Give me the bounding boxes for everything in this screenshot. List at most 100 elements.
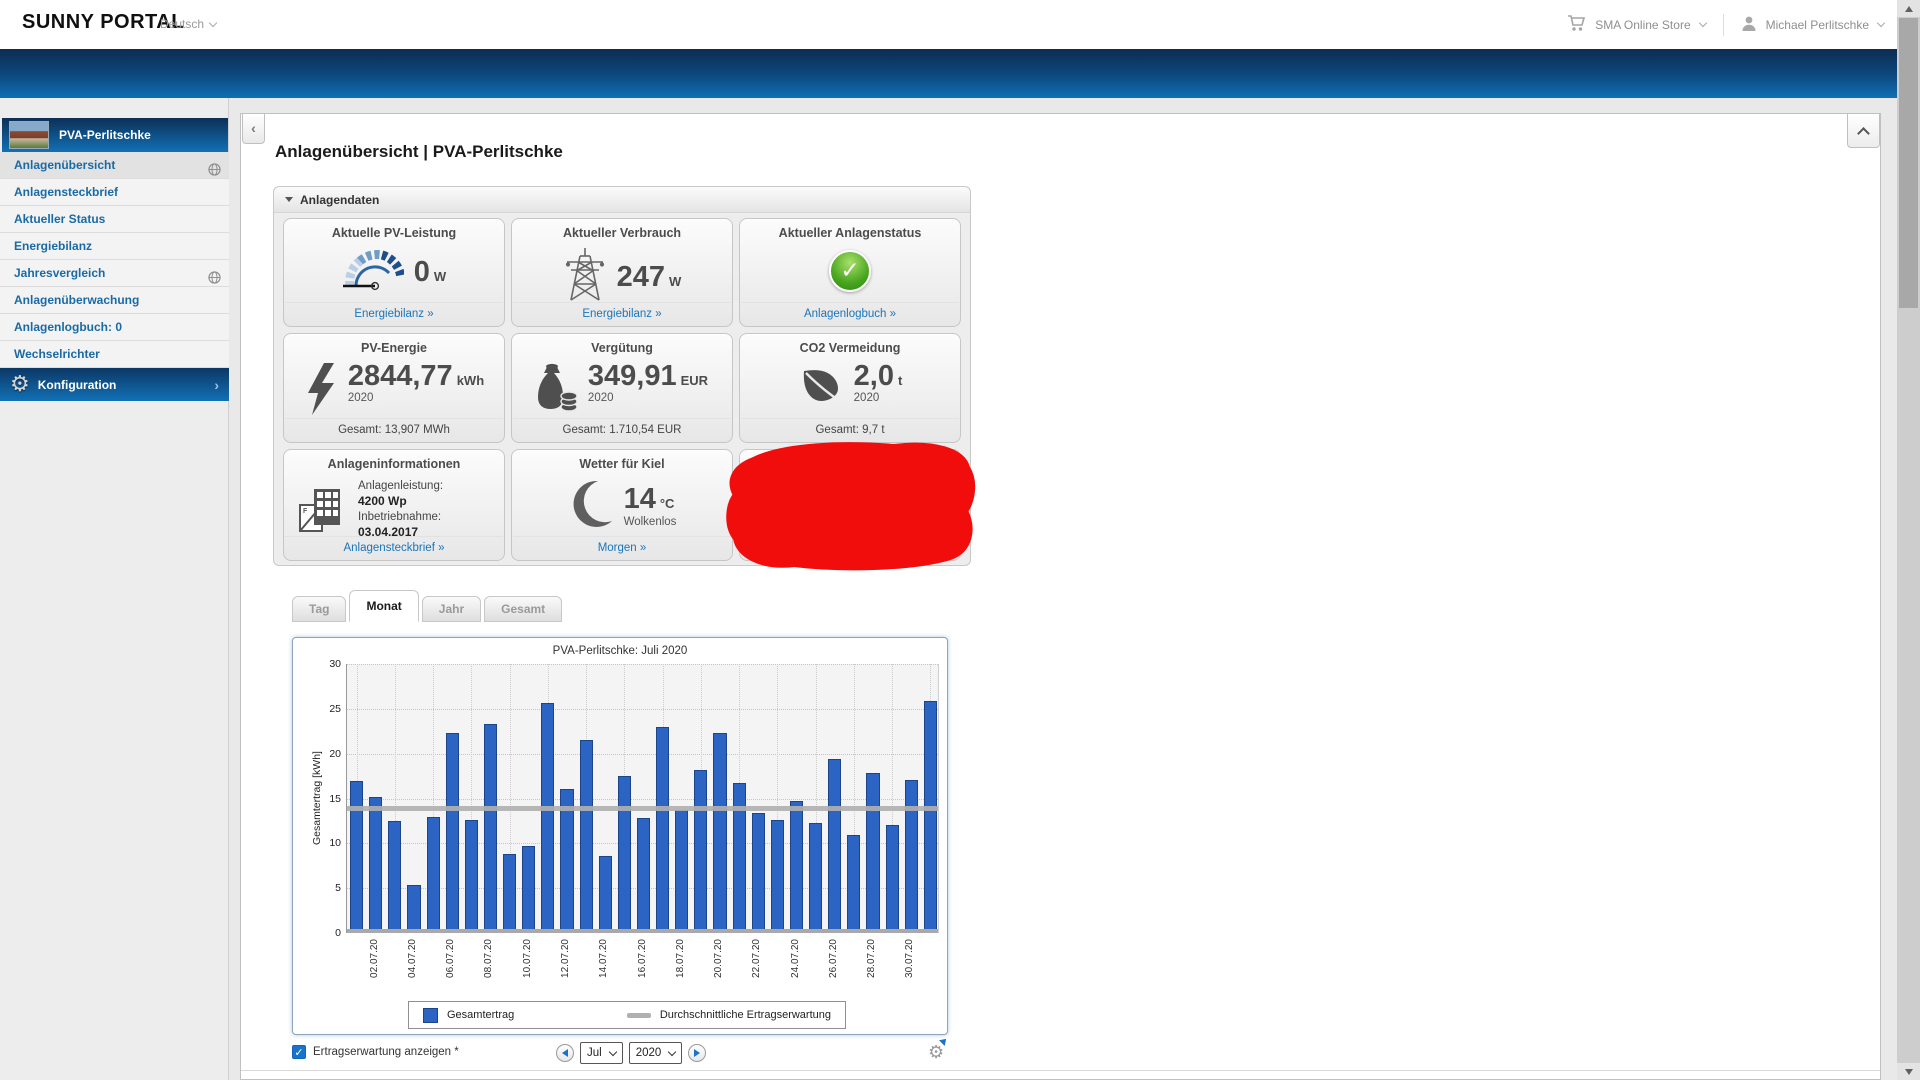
divider <box>241 1070 1880 1071</box>
x-tick-label: 30.07.20 <box>904 939 916 978</box>
anlagendaten-panel-header[interactable]: Anlagendaten <box>274 187 970 213</box>
sidebar-item-jahresvergleich[interactable]: Jahresvergleich <box>0 260 229 287</box>
sidebar-item-anlagenueberwachung[interactable]: Anlagenüberwachung <box>0 287 229 314</box>
vertical-scrollbar[interactable] <box>1897 0 1920 1080</box>
chart-bar-16.07.20 <box>636 818 651 933</box>
tab-jahr[interactable]: Jahr <box>421 596 482 622</box>
pv-power-value: 0 W <box>413 255 447 288</box>
svg-text:F: F <box>303 508 308 515</box>
user-menu[interactable]: Michael Perlitschke <box>1766 18 1869 32</box>
scroll-to-top-button[interactable] <box>1847 113 1880 148</box>
tab-gesamt[interactable]: Gesamt <box>484 596 563 622</box>
energiebilanz-link[interactable]: Energiebilanz » <box>513 302 731 326</box>
tab-monat[interactable]: Monat <box>349 590 419 622</box>
chevron-right-icon: › <box>214 376 219 393</box>
chart-bar-23.07.20 <box>770 820 784 933</box>
page-title: Anlagenübersicht | PVA-Perlitschke <box>275 142 563 161</box>
next-month-button[interactable] <box>688 1044 707 1062</box>
co2-total: Gesamt: 9,7 t <box>741 418 959 442</box>
show-expectation-checkbox[interactable]: ✓ <box>292 1045 306 1059</box>
scrollbar-up-button[interactable] <box>1897 0 1920 17</box>
tab-tag[interactable]: Tag <box>292 596 347 622</box>
chart-bar-13.07.20 <box>579 740 593 933</box>
x-tick-label: 24.07.20 <box>789 939 801 978</box>
x-tick-label: 26.07.20 <box>827 939 839 978</box>
h-gridline <box>347 753 938 755</box>
anlagenlogbuch-link[interactable]: Anlagenlogbuch » <box>741 302 959 326</box>
yield-chart: PVA-Perlitschke: Juli 2020 Gesamtertrag … <box>292 637 948 1035</box>
sidebar-item-energiebilanz[interactable]: Energiebilanz <box>0 233 229 260</box>
legend-avg-swatch <box>626 1012 651 1018</box>
chart-bar-11.07.20 <box>541 702 555 933</box>
sidebar-item-konfiguration[interactable]: ⚙ Konfiguration › <box>0 368 229 401</box>
banner-bar <box>0 49 1920 98</box>
x-tick-label: 28.07.20 <box>866 939 878 978</box>
language-selector[interactable]: Deutsch <box>160 17 218 31</box>
anlagensteckbrief-link[interactable]: Anlagensteckbrief » <box>285 536 503 560</box>
red-redaction-scribble <box>726 442 976 571</box>
co2-value: 2,0 t <box>853 360 903 392</box>
tile-pv-energy: PV-Energie 2844,77 kWh 2020 Gesamt: 13,9… <box>283 333 505 443</box>
chart-bar-15.07.20 <box>617 776 631 933</box>
sidebar-item-anlagenuebersicht[interactable]: Anlagenübersicht <box>0 152 229 179</box>
user-icon <box>1741 15 1757 35</box>
sidebar-plant-header[interactable]: PVA-Perlitschke <box>2 118 228 152</box>
chart-bar-09.07.20 <box>503 854 517 933</box>
x-tick-label: 02.07.20 <box>368 939 380 978</box>
tile-co2-avoidance: CO2 Vermeidung 2,0 t 2020 Gesamt: 9,7 t <box>739 333 961 443</box>
sidebar-item-aktueller-status[interactable]: Aktueller Status <box>0 206 229 233</box>
arrow-down-icon <box>1904 1068 1913 1075</box>
previous-month-button[interactable] <box>556 1044 574 1062</box>
chart-bar-31.07.20 <box>923 700 937 933</box>
chart-bar-06.07.20 <box>445 733 459 933</box>
sidebar-item-anlagenlogbuch[interactable]: Anlagenlogbuch: 0 <box>0 314 229 341</box>
status-ok-icon: ✓ <box>829 250 871 292</box>
energiebilanz-link[interactable]: Energiebilanz » <box>285 302 503 326</box>
gear-icon: ⚙ <box>10 371 30 397</box>
temperature-value: 14 °C <box>623 482 675 515</box>
arrow-up-icon <box>1904 5 1913 12</box>
x-tick-label: 16.07.20 <box>636 939 648 978</box>
chevron-down-icon <box>668 1047 677 1056</box>
morgen-link[interactable]: Morgen » <box>513 536 731 560</box>
store-menu[interactable]: SMA Online Store <box>1595 18 1690 32</box>
chart-settings-gear-icon[interactable]: ⚙ <box>928 1036 950 1063</box>
remuneration-year: 2020 <box>587 392 614 404</box>
chevron-down-icon <box>1698 18 1707 28</box>
chart-bar-08.07.20 <box>483 724 498 933</box>
tile-current-pv-power: Aktuelle PV-Leistung 0 W Energiebilanz » <box>283 218 505 327</box>
x-tick-label: 18.07.20 <box>674 939 686 978</box>
sidebar-item-wechselrichter[interactable]: Wechselrichter <box>0 341 229 368</box>
lightning-bolt-icon <box>304 363 338 420</box>
chevron-down-icon <box>1876 18 1886 28</box>
h-gridline <box>347 708 938 710</box>
chart-bar-27.07.20 <box>847 835 861 933</box>
sidebar-item-anlagensteckbrief[interactable]: Anlagensteckbrief <box>0 179 229 206</box>
h-gridline <box>347 798 938 800</box>
legend-label-yield: Gesamtertrag <box>447 1009 515 1021</box>
chart-bar-14.07.20 <box>598 855 612 933</box>
scrollbar-thumb[interactable] <box>1899 18 1918 308</box>
x-tick-label: 08.07.20 <box>483 939 495 978</box>
chart-bar-19.07.20 <box>694 769 708 933</box>
chart-title: PVA-Perlitschke: Juli 2020 <box>552 645 688 657</box>
power-pylon-icon <box>563 246 607 307</box>
collapse-caret-icon <box>285 197 293 202</box>
chart-bar-01.07.20 <box>350 780 364 933</box>
x-tick-label: 04.07.20 <box>406 939 418 978</box>
chevron-down-icon <box>208 18 218 27</box>
y-tick-label: 5 <box>335 882 341 895</box>
legend-bar-swatch <box>423 1007 438 1023</box>
x-axis-labels: 02.07.20 04.07.20 06.07.20 08.07.20 10.07.20… <box>346 935 939 997</box>
month-select[interactable]: Jul <box>580 1042 623 1064</box>
chart-bar-18.07.20 <box>675 810 689 933</box>
collapse-sidebar-button[interactable]: ‹ <box>242 113 265 144</box>
x-tick-label: 06.07.20 <box>445 939 457 978</box>
scrollbar-down-button[interactable] <box>1897 1063 1920 1080</box>
y-tick-label: 15 <box>329 792 341 805</box>
year-select[interactable]: 2020 <box>628 1042 683 1064</box>
x-tick-label: 10.07.20 <box>521 939 533 978</box>
pv-energy-value: 2844,77 kWh <box>347 360 485 392</box>
plant-photo-thumbnail <box>9 121 49 149</box>
pv-energy-year: 2020 <box>347 392 374 404</box>
